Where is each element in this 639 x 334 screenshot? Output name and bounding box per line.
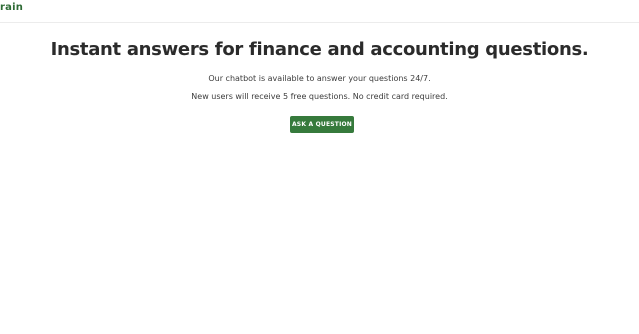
page-headline: Instant answers for finance and accounti… [50,39,589,60]
chatbot-availability-text: Our chatbot is available to answer your … [208,74,431,83]
brand-logo[interactable]: rain [0,2,23,13]
top-navigation-bar: rain [0,0,639,23]
free-questions-text: New users will receive 5 free questions.… [191,92,448,101]
ask-question-button[interactable]: ASK A QUESTION [290,116,354,133]
hero-section: Instant answers for finance and accounti… [0,39,639,61]
